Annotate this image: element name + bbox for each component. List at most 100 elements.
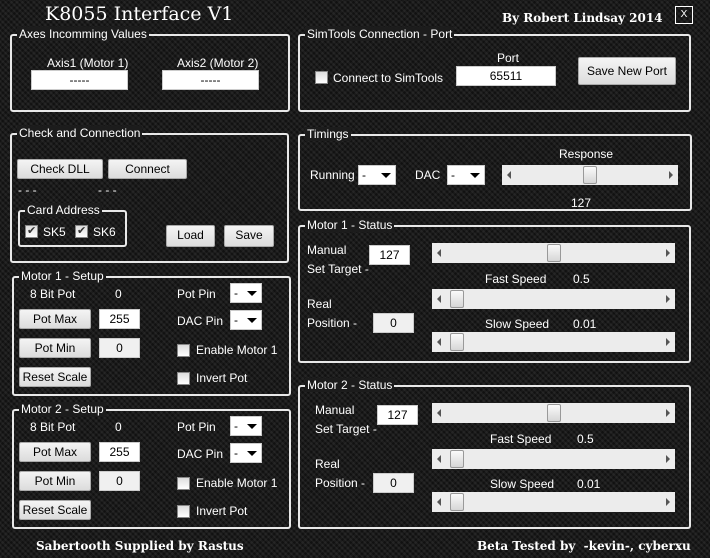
slow-speed-label: Slow Speed xyxy=(485,317,550,331)
dac-pin-dropdown[interactable]: - xyxy=(230,310,262,330)
response-slider[interactable] xyxy=(502,165,678,185)
scroll-left-icon xyxy=(507,171,511,179)
motor1-status-title: Motor 1 - Status xyxy=(305,218,395,232)
position-value: 0 xyxy=(373,313,414,333)
pot-pin-label: Pot Pin xyxy=(177,420,216,434)
chevron-down-icon xyxy=(247,318,257,323)
scroll-left-icon xyxy=(437,455,441,463)
slider-thumb[interactable] xyxy=(450,450,464,468)
set-target-label: Set Target - xyxy=(307,262,369,276)
scroll-left-icon xyxy=(437,498,441,506)
slider-thumb[interactable] xyxy=(450,333,464,351)
target-input[interactable]: 127 xyxy=(377,405,418,425)
scroll-right-icon xyxy=(666,295,670,303)
pot-pin-label: Pot Pin xyxy=(177,287,216,301)
check-connection-title: Check and Connection xyxy=(17,126,143,140)
axes-group-title: Axes Incomming Values xyxy=(17,27,149,41)
dac-dropdown[interactable]: - xyxy=(447,165,485,185)
slow-speed-slider[interactable] xyxy=(432,332,675,352)
save-button[interactable]: Save xyxy=(224,225,274,247)
slow-speed-value: 0.01 xyxy=(577,477,601,491)
chevron-down-icon xyxy=(470,173,480,178)
slider-thumb[interactable] xyxy=(450,290,464,308)
scroll-right-icon xyxy=(666,498,670,506)
author-credit: By Robert Lindsay 2014 xyxy=(502,11,663,25)
slider-thumb[interactable] xyxy=(546,404,561,422)
slider-thumb[interactable] xyxy=(546,244,561,262)
reset-scale-button[interactable]: Reset Scale xyxy=(19,367,91,387)
motor2-setup-title: Motor 2 - Setup xyxy=(19,402,106,416)
scroll-right-icon xyxy=(669,171,673,179)
fast-speed-label: Fast Speed xyxy=(485,272,547,286)
scroll-left-icon xyxy=(437,295,441,303)
running-dropdown[interactable]: - xyxy=(358,165,396,185)
pot-max-button[interactable]: Pot Max xyxy=(19,309,91,329)
invert-pot-checkbox[interactable] xyxy=(177,372,190,385)
enable-motor-checkbox[interactable] xyxy=(177,477,190,490)
chevron-down-icon xyxy=(381,173,391,178)
response-label: Response xyxy=(559,147,614,161)
chevron-down-icon xyxy=(247,291,257,296)
scroll-left-icon xyxy=(437,249,441,257)
port-input[interactable]: 65511 xyxy=(456,66,556,86)
fast-speed-value: 0.5 xyxy=(573,272,590,286)
target-slider[interactable] xyxy=(432,243,675,263)
pot-min-input[interactable]: 0 xyxy=(99,471,140,491)
enable-motor-label: Enable Motor 1 xyxy=(196,476,278,490)
close-button[interactable]: X xyxy=(675,6,693,24)
position-value: 0 xyxy=(373,473,414,493)
fast-speed-slider[interactable] xyxy=(432,449,675,469)
connect-simtools-checkbox[interactable] xyxy=(315,71,328,84)
pot-pin-value: - xyxy=(234,286,238,300)
invert-pot-label: Invert Pot xyxy=(196,371,248,385)
check-dll-button[interactable]: Check DLL xyxy=(17,159,103,179)
set-target-label: Set Target - xyxy=(315,422,377,436)
scroll-left-icon xyxy=(437,409,441,417)
pot-value: 0 xyxy=(115,420,122,434)
fast-speed-label: Fast Speed xyxy=(490,432,552,446)
reset-scale-button[interactable]: Reset Scale xyxy=(19,500,91,520)
scroll-right-icon xyxy=(666,338,670,346)
slow-speed-label: Slow Speed xyxy=(490,477,555,491)
slider-thumb[interactable] xyxy=(450,493,464,511)
slider-thumb[interactable] xyxy=(583,166,597,184)
running-label: Running xyxy=(310,168,355,182)
port-label: Port xyxy=(497,51,520,65)
save-new-port-button[interactable]: Save New Port xyxy=(578,57,676,85)
pot-max-button[interactable]: Pot Max xyxy=(19,442,91,462)
sk6-checkbox[interactable] xyxy=(75,224,88,238)
position-label: Position - xyxy=(307,316,358,330)
invert-pot-checkbox[interactable] xyxy=(177,505,190,518)
pot-value: 0 xyxy=(115,287,122,301)
target-input[interactable]: 127 xyxy=(369,245,410,265)
pot-min-input[interactable]: 0 xyxy=(99,338,140,358)
load-button[interactable]: Load xyxy=(166,225,215,247)
sk5-checkbox[interactable] xyxy=(25,224,38,238)
enable-motor-checkbox[interactable] xyxy=(177,344,190,357)
pot-pin-dropdown[interactable]: - xyxy=(230,416,262,436)
target-slider[interactable] xyxy=(432,403,675,423)
fast-speed-slider[interactable] xyxy=(432,289,675,309)
pot-max-input[interactable]: 255 xyxy=(99,442,140,462)
sk6-label: SK6 xyxy=(93,225,116,239)
pot-min-button[interactable]: Pot Min xyxy=(19,338,91,358)
fast-speed-value: 0.5 xyxy=(577,432,594,446)
running-value: - xyxy=(362,168,366,182)
dac-pin-label: DAC Pin xyxy=(177,447,224,461)
slow-speed-slider[interactable] xyxy=(432,492,675,512)
dac-pin-value: - xyxy=(234,446,238,460)
dac-pin-dropdown[interactable]: - xyxy=(230,443,262,463)
chevron-down-icon xyxy=(247,451,257,456)
scroll-left-icon xyxy=(437,338,441,346)
manual-label: Manual xyxy=(315,403,355,417)
connect-simtools-label: Connect to SimTools xyxy=(333,71,444,85)
scroll-right-icon xyxy=(666,455,670,463)
pot-pin-dropdown[interactable]: - xyxy=(230,283,262,303)
sk5-label: SK5 xyxy=(43,225,66,239)
pot-max-input[interactable]: 255 xyxy=(99,309,140,329)
pot-min-button[interactable]: Pot Min xyxy=(19,471,91,491)
connect-status: - - - xyxy=(98,183,117,197)
real-label: Real xyxy=(315,457,340,471)
connect-button[interactable]: Connect xyxy=(108,159,187,179)
dac-pin-label: DAC Pin xyxy=(177,314,224,328)
